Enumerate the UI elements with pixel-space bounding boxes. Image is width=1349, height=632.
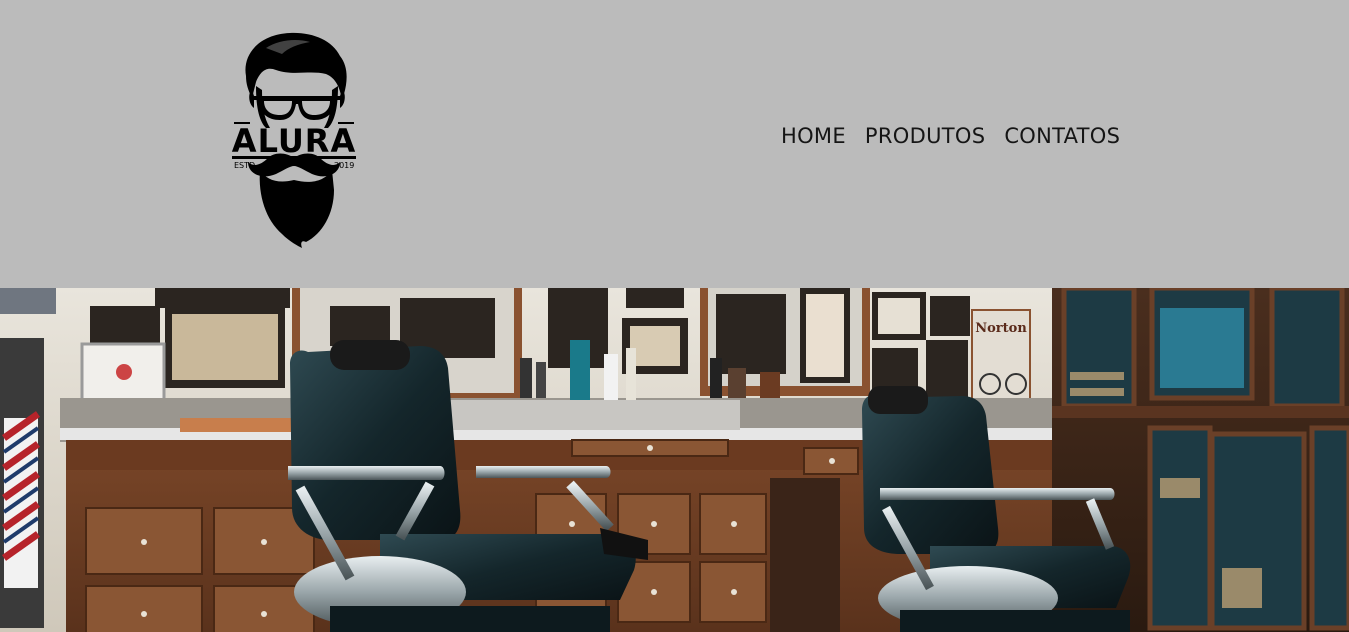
nav-produtos-link[interactable]: PRODUTOS (865, 120, 985, 152)
nav-contatos-link[interactable]: CONTATOS (1004, 120, 1120, 152)
bearded-man-logo-icon: ALURA ESTD 2019 (232, 32, 356, 248)
site-logo[interactable]: ALURA ESTD 2019 (230, 30, 358, 250)
barbershop-interior-photo: Norton (0, 288, 1349, 632)
hero-poster-text: Norton (975, 321, 1027, 336)
main-nav: HOME PRODUTOS CONTATOS (781, 120, 1120, 152)
logo-brand-text: ALURA (232, 122, 356, 160)
hero-banner: Norton (0, 288, 1349, 632)
site-header: ALURA ESTD 2019 HOME PRODUTOS CONTATOS (0, 0, 1349, 288)
nav-home-link[interactable]: HOME (781, 120, 846, 152)
